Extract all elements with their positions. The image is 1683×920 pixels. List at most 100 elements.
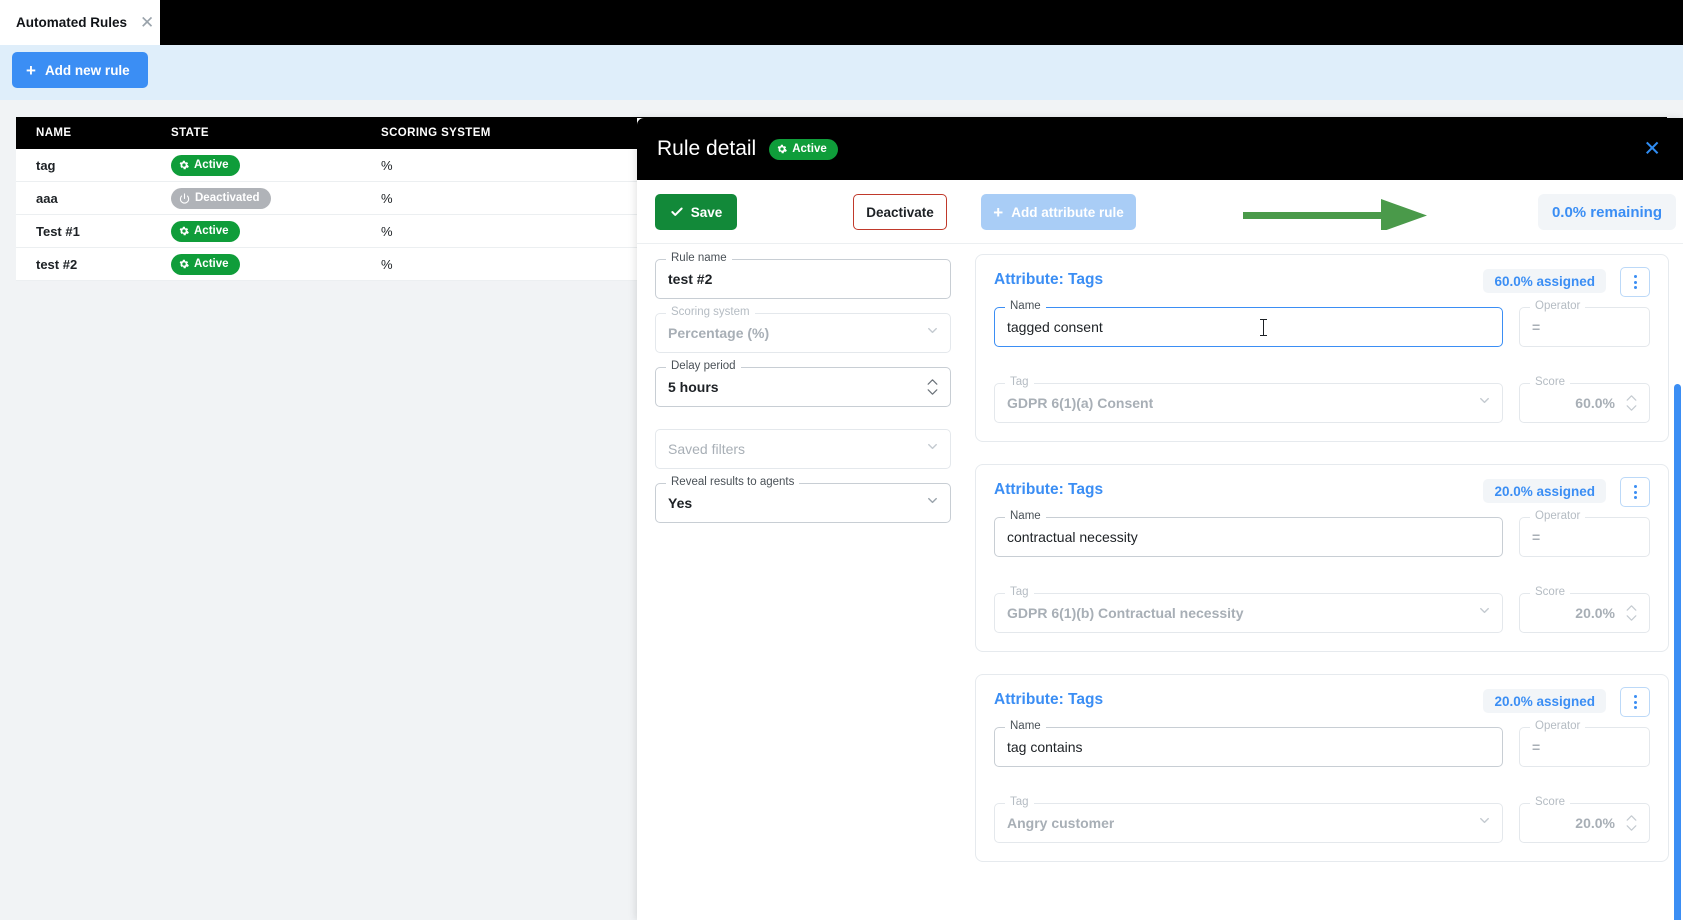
state-badge-label: Deactivated <box>195 192 260 204</box>
rule-name-field[interactable]: Rule name test #2 <box>655 259 951 299</box>
close-icon[interactable]: ✕ <box>137 12 157 33</box>
operator-label: Operator <box>1530 510 1585 522</box>
tag-select[interactable]: TagAngry customer <box>994 803 1503 843</box>
kebab-menu-icon[interactable] <box>1620 267 1650 297</box>
saved-filters-placeholder: Saved filters <box>668 441 745 457</box>
operator-field[interactable]: Operator= <box>1519 727 1650 767</box>
tab-automated-rules[interactable]: Automated Rules ✕ <box>0 0 160 45</box>
stepper-icon[interactable] <box>1625 814 1638 833</box>
state-badge: Active <box>171 254 240 275</box>
state-badge: Active <box>171 221 240 242</box>
panel-scrollbar[interactable] <box>1674 384 1681 920</box>
operator-label: Operator <box>1530 720 1585 732</box>
gear-icon <box>179 226 189 236</box>
stepper-icon[interactable] <box>1625 604 1638 623</box>
cell-name: Test #1 <box>16 224 171 239</box>
state-badge-label: Active <box>194 159 229 171</box>
chevron-down-icon <box>1477 603 1492 623</box>
add-attribute-rule-button[interactable]: + Add attribute rule <box>981 194 1136 230</box>
delay-period-stepper[interactable]: Delay period 5 hours <box>655 367 951 407</box>
attribute-rule-card: Attribute: Tags60.0% assignedNametagged … <box>975 254 1669 442</box>
green-arrow-annotation <box>1241 192 1431 230</box>
rule-form: Rule name test #2 Scoring system Percent… <box>637 244 969 920</box>
scrollbar-thumb[interactable] <box>1674 384 1681 920</box>
card-header: Attribute: Tags 20.0% assigned <box>994 481 1650 505</box>
score-stepper[interactable]: Score60.0% <box>1519 383 1650 423</box>
save-button[interactable]: Save <box>655 194 737 230</box>
rule-detail-panel: Rule detail Active ✕ Save Deactivate + <box>637 118 1683 920</box>
tab-strip: Automated Rules ✕ <box>0 0 1683 45</box>
scoring-system-value: Percentage (%) <box>668 325 769 341</box>
stepper-icon[interactable] <box>926 378 939 397</box>
operator-label: Operator <box>1530 300 1585 312</box>
card-row-tag: TagAngry customer Score20.0% <box>994 803 1650 857</box>
gear-icon <box>179 160 189 170</box>
remaining-label: 0.0% remaining <box>1552 204 1662 221</box>
assigned-badge: 60.0% assigned <box>1483 269 1606 293</box>
attribute-name-field[interactable]: Nametagged consent <box>994 307 1503 347</box>
card-title: Attribute: Tags <box>994 691 1103 708</box>
saved-filters-select[interactable]: Saved filters <box>655 429 951 469</box>
add-attribute-rule-label: Add attribute rule <box>1011 205 1124 220</box>
text-cursor-icon <box>1263 319 1264 336</box>
kebab-menu-icon[interactable] <box>1620 687 1650 717</box>
chevron-down-icon <box>925 323 940 343</box>
card-row-tag: TagGDPR 6(1)(a) Consent Score60.0% <box>994 383 1650 437</box>
operator-value: = <box>1532 739 1540 755</box>
cell-state: Active <box>171 155 381 176</box>
card-row-name: Nametagged consent Operator= <box>994 307 1650 361</box>
add-new-rule-button[interactable]: + Add new rule <box>12 52 148 88</box>
score-stepper[interactable]: Score20.0% <box>1519 593 1650 633</box>
reveal-results-select[interactable]: Reveal results to agents Yes <box>655 483 951 523</box>
assigned-label: 20.0% assigned <box>1494 484 1595 499</box>
card-header: Attribute: Tags20.0% assigned <box>994 691 1650 715</box>
close-panel-icon[interactable]: ✕ <box>1643 139 1661 160</box>
card-title: Attribute: Tags <box>994 481 1103 498</box>
gear-icon <box>777 144 787 154</box>
scoring-system-select[interactable]: Scoring system Percentage (%) <box>655 313 951 353</box>
operator-value: = <box>1532 529 1540 545</box>
gear-icon <box>179 259 189 269</box>
card-header: Attribute: Tags 60.0% assigned <box>994 271 1650 295</box>
power-icon <box>179 193 190 204</box>
attribute-rule-card: Attribute: Tags 20.0% assigned Namecontrac… <box>975 464 1669 652</box>
score-label: Score <box>1530 796 1570 808</box>
deactivate-button[interactable]: Deactivate <box>853 194 947 230</box>
tag-select[interactable]: TagGDPR 6(1)(b) Contractual necessity <box>994 593 1503 633</box>
status-badge: Active <box>769 139 838 160</box>
delay-period-value: 5 hours <box>668 379 719 395</box>
panel-action-bar: Save Deactivate + Add attribute rule 0.0… <box>637 180 1683 244</box>
score-stepper[interactable]: Score20.0% <box>1519 803 1650 843</box>
card-title: Attribute: Tags <box>994 271 1103 288</box>
attribute-name-label: Name <box>1005 510 1046 522</box>
rule-name-value: test #2 <box>668 271 712 287</box>
chevron-down-icon <box>925 493 940 513</box>
operator-field[interactable]: Operator= <box>1519 517 1650 557</box>
chevron-down-icon <box>925 439 940 459</box>
reveal-results-value: Yes <box>668 495 692 511</box>
tag-value: GDPR 6(1)(a) Consent <box>1007 395 1153 411</box>
state-badge: Active <box>171 155 240 176</box>
state-badge-label: Active <box>194 258 229 270</box>
chevron-down-icon <box>1477 813 1492 833</box>
score-value: 60.0% <box>1575 395 1615 411</box>
cell-name: tag <box>16 158 171 173</box>
remaining-percentage-badge: 0.0% remaining <box>1538 194 1676 230</box>
cell-state: Deactivated <box>171 188 381 209</box>
attribute-name-field[interactable]: Nametag contains <box>994 727 1503 767</box>
card-row-name: Nametag contains Operator= <box>994 727 1650 781</box>
attribute-rule-card: Attribute: Tags20.0% assigned Nametag con… <box>975 674 1669 862</box>
operator-field[interactable]: Operator= <box>1519 307 1650 347</box>
panel-body: Rule name test #2 Scoring system Percent… <box>637 244 1683 920</box>
panel-header: Rule detail Active ✕ <box>637 118 1683 180</box>
stepper-icon[interactable] <box>1625 394 1638 413</box>
attribute-name-value: tagged consent <box>1007 319 1103 335</box>
score-label: Score <box>1530 376 1570 388</box>
state-badge: Deactivated <box>171 188 271 209</box>
tag-select[interactable]: TagGDPR 6(1)(a) Consent <box>994 383 1503 423</box>
attribute-name-label: Name <box>1005 300 1046 312</box>
kebab-menu-icon[interactable] <box>1620 477 1650 507</box>
operator-value: = <box>1532 319 1540 335</box>
cell-state: Active <box>171 221 381 242</box>
attribute-name-field[interactable]: Namecontractual necessity <box>994 517 1503 557</box>
